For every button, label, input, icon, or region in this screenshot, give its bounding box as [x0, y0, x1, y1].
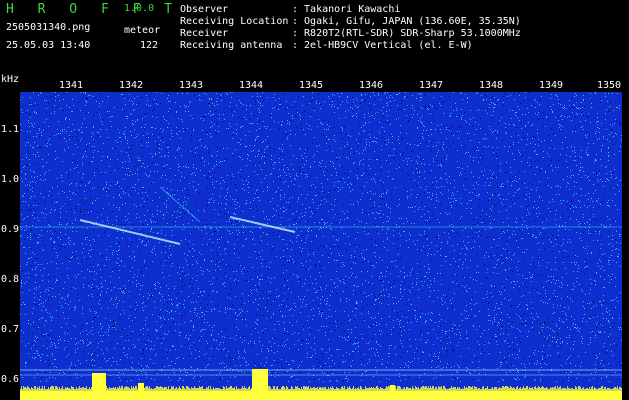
- time-tick-label: 1348: [479, 80, 504, 91]
- mode-label: meteor: [124, 25, 161, 36]
- time-tick-label: 1347: [419, 80, 444, 91]
- info-value: : R820T2(RTL-SDR) SDR-Sharp 53.1000MHz: [292, 28, 521, 39]
- info-label: Observer: [180, 4, 229, 15]
- freq-tick-label: 0.8: [1, 274, 20, 285]
- time-tick-label: 1342: [119, 80, 144, 91]
- freq-tick-label: 1.1: [1, 124, 20, 135]
- signal-burst: [92, 373, 106, 391]
- signal-burst: [138, 383, 144, 391]
- freq-tick-label: 0.9: [1, 224, 20, 235]
- freq-tick-label: 0.7: [1, 324, 20, 335]
- info-row-antenna: Receiving antenna : 2el-HB9CV Vertical (…: [180, 40, 521, 52]
- noise-speckles: [20, 92, 622, 382]
- time-tick-label: 1350: [597, 80, 622, 91]
- info-value: : Takanori Kawachi: [292, 4, 401, 15]
- meteor-count: 122: [140, 40, 159, 51]
- time-tick-label: 1341: [59, 80, 84, 91]
- signal-strength-bars: [20, 386, 622, 391]
- info-label: Receiver: [180, 28, 229, 39]
- info-panel: Observer : Takanori Kawachi Receiving Lo…: [180, 4, 521, 52]
- datetime: 25.05.03 13:40: [6, 40, 91, 51]
- app-version: 1.0.0: [124, 3, 155, 14]
- freq-tick-label: 1.0: [1, 174, 20, 185]
- spectrogram-svg: [20, 92, 622, 400]
- time-tick-label: 1343: [179, 80, 204, 91]
- info-row-receiver: Receiver : R820T2(RTL-SDR) SDR-Sharp 53.…: [180, 28, 521, 40]
- time-tick-label: 1346: [359, 80, 384, 91]
- time-tick-label: 1345: [299, 80, 324, 91]
- info-row-observer: Observer : Takanori Kawachi: [180, 4, 521, 16]
- header: H R O F F T 1.0.0 2505031340.png meteor …: [0, 0, 629, 76]
- freq-unit-label: kHz: [1, 74, 20, 85]
- dark-speckles: [20, 92, 622, 382]
- freq-tick-label: 0.6: [1, 374, 20, 385]
- info-label: Receiving antenna: [180, 40, 283, 51]
- meteor-trace: [229, 216, 296, 233]
- meteor-trace: [79, 219, 181, 245]
- signal-strength-strip: [20, 391, 622, 400]
- signal-burst: [252, 369, 268, 391]
- info-row-location: Receiving Location : Ogaki, Gifu, JAPAN …: [180, 16, 521, 28]
- signal-burst: [390, 385, 395, 391]
- file-name: 2505031340.png: [6, 22, 91, 33]
- info-value: : 2el-HB9CV Vertical (el. E-W): [292, 40, 473, 51]
- spectrogram-plot: [20, 92, 622, 400]
- time-tick-label: 1349: [539, 80, 564, 91]
- info-label: Receiving Location: [180, 16, 289, 27]
- time-tick-label: 1344: [239, 80, 264, 91]
- info-value: : Ogaki, Gifu, JAPAN (136.60E, 35.35N): [292, 16, 521, 27]
